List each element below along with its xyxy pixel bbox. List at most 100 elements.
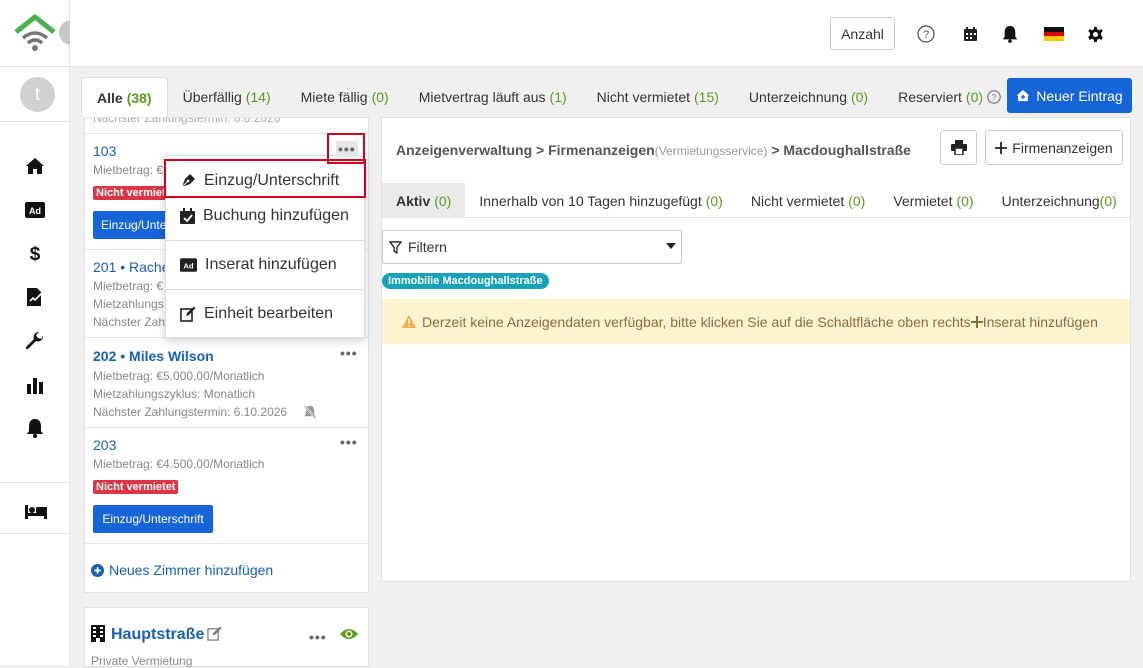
tab-count: (0)	[848, 192, 866, 209]
listing-tabs: Aktiv (0) Innerhalb von 10 Tagen hinzugef…	[382, 183, 1130, 218]
tab-count: (0)	[434, 192, 452, 209]
tab-label: Nicht vermietet	[750, 192, 845, 209]
tab-not-rented[interactable]: Nicht vermietet (0)	[737, 183, 879, 218]
chart-bar-icon[interactable]	[24, 374, 46, 396]
unit-cycle: Mietzahlungs	[93, 297, 164, 311]
bell-slash-icon[interactable]	[303, 405, 317, 419]
move-in-button[interactable]: Einzug/Unterschrift	[93, 505, 213, 533]
tab-aktiv[interactable]: Aktiv (0)	[382, 183, 466, 218]
unit-number[interactable]: 103	[93, 143, 116, 159]
svg-text:?: ?	[992, 92, 997, 102]
home-icon[interactable]	[24, 155, 46, 177]
unit-rent: Mietbetrag: €	[93, 163, 164, 177]
help-icon[interactable]: ?	[917, 25, 935, 43]
tab-label: Unterzeichnung	[748, 89, 847, 105]
tab-reserviert[interactable]: Reserviert (0) ?	[883, 77, 1005, 117]
caret-down-icon	[666, 243, 676, 249]
tab-label: Unterzeichnung	[1001, 192, 1100, 209]
add-listing-link[interactable]: Inserat hinzufügen	[983, 314, 1098, 330]
list-item: 203 ••• Mietbetrag: €4.500,00/Monatlich …	[85, 428, 368, 544]
eye-icon[interactable]	[339, 627, 359, 641]
bell-icon[interactable]	[24, 417, 46, 439]
unit-number[interactable]: 202 • Miles Wilson	[93, 348, 214, 364]
tab-count: (0)	[705, 192, 723, 209]
notifications-bell-icon[interactable]	[1001, 25, 1019, 43]
property-name[interactable]: Hauptstraße	[111, 626, 204, 644]
tab-count: (0)	[1099, 192, 1117, 209]
plus-icon	[995, 141, 1008, 154]
house-plus-icon	[1016, 89, 1030, 102]
tab-ueberfaellig[interactable]: Überfällig (14)	[168, 77, 286, 117]
dollar-icon[interactable]: $	[24, 242, 46, 264]
unit-next-payment: Nächster Zahlungstermin: 6.10.2026	[93, 405, 288, 419]
bed-icon[interactable]	[23, 500, 49, 522]
file-signature-icon[interactable]	[24, 286, 46, 308]
filter-dropdown[interactable]: Filtern	[382, 230, 682, 264]
tab-label: Überfällig	[182, 89, 242, 105]
more-options-icon[interactable]: •••	[340, 434, 358, 450]
tab-label: Miete fällig	[300, 89, 368, 105]
menu-divider	[166, 240, 364, 241]
filter-icon	[389, 240, 402, 254]
tab-rented[interactable]: Vermietet (0)	[879, 183, 987, 218]
new-entry-label: Neuer Eintrag	[1036, 87, 1123, 104]
more-options-icon[interactable]: •••	[309, 629, 327, 645]
menu-item-add-listing[interactable]: Ad Inserat hinzufügen	[166, 247, 364, 283]
ad-icon: Ad	[180, 258, 197, 272]
menu-item-label: Inserat hinzufügen	[205, 256, 337, 273]
divider	[0, 66, 70, 67]
tab-count: (0)	[371, 89, 389, 105]
menu-item-label: Einheit bearbeiten	[204, 305, 333, 322]
tab-signing[interactable]: Unterzeichnung (0)	[988, 183, 1131, 218]
menu-item-edit-unit[interactable]: Einheit bearbeiten	[166, 296, 364, 332]
print-icon	[950, 140, 967, 155]
print-button[interactable]	[940, 130, 977, 165]
highlight-box	[164, 159, 366, 198]
tab-label: Mietvertrag läuft aus	[418, 89, 546, 105]
menu-item-add-booking[interactable]: Buchung hinzufügen	[166, 198, 364, 234]
tab-count: (0)	[850, 89, 869, 105]
reserved-help-icon[interactable]: ?	[987, 90, 1001, 104]
unit-rent: Mietbetrag: €	[93, 279, 164, 293]
tab-nicht-vermietet[interactable]: Nicht vermietet (15)	[582, 77, 734, 117]
tab-mietvertrag-laeuft-aus[interactable]: Mietvertrag läuft aus (1)	[404, 77, 582, 117]
company-listings-button[interactable]: Firmenanzeigen	[985, 130, 1123, 165]
more-options-icon[interactable]: •••	[336, 141, 358, 157]
unit-rent: Mietbetrag: €4.500,00/Monatlich	[93, 457, 265, 471]
add-room-link[interactable]: Neues Zimmer hinzufügen	[91, 562, 273, 578]
more-options-icon[interactable]: •••	[340, 345, 358, 361]
unit-number[interactable]: 201 • Rache	[93, 259, 170, 275]
breadcrumb-item[interactable]: Anzeigenverwaltung	[396, 142, 532, 158]
breadcrumb-item[interactable]: Firmenanzeigen	[548, 142, 655, 158]
german-flag-icon[interactable]	[1043, 25, 1064, 43]
tab-alle[interactable]: Alle (38)	[81, 77, 168, 117]
new-entry-button[interactable]: Neuer Eintrag	[1007, 78, 1132, 113]
edit-icon	[180, 306, 196, 322]
tab-unterzeichnung[interactable]: Unterzeichnung (0)	[734, 77, 883, 117]
empty-warning: Derzeit keine Anzeigendaten verfügbar, b…	[382, 299, 1130, 344]
calendar-check-icon	[180, 208, 195, 224]
unit-number[interactable]: 203	[93, 437, 116, 453]
avatar[interactable]: t	[20, 77, 55, 112]
divider	[0, 482, 70, 483]
tab-miete-faellig[interactable]: Miete fällig (0)	[286, 77, 404, 117]
edit-icon[interactable]	[207, 626, 222, 641]
logo-icon[interactable]	[14, 14, 56, 52]
settings-gear-icon[interactable]	[1086, 25, 1104, 43]
filter-label: Filtern	[408, 239, 447, 255]
tab-label: Alle	[97, 89, 123, 106]
building-icon	[91, 625, 105, 642]
svg-text:Ad: Ad	[183, 261, 194, 270]
count-button[interactable]: Anzahl	[830, 17, 895, 50]
tab-label: Reserviert	[898, 89, 962, 105]
svg-text:Ad: Ad	[29, 206, 41, 216]
sidebar: t Ad $	[0, 0, 84, 665]
calendar-icon[interactable]	[961, 25, 979, 43]
tab-count: (0)	[965, 89, 984, 105]
svg-text:$: $	[30, 244, 41, 263]
wrench-icon[interactable]	[24, 330, 46, 352]
ad-icon[interactable]: Ad	[24, 199, 46, 221]
move-in-button[interactable]: Einzug/Unter	[93, 211, 165, 239]
tab-label: Innerhalb von 10 Tagen hinzugefügt	[479, 192, 702, 209]
tab-added-10-days[interactable]: Innerhalb von 10 Tagen hinzugefügt (0)	[465, 183, 737, 218]
